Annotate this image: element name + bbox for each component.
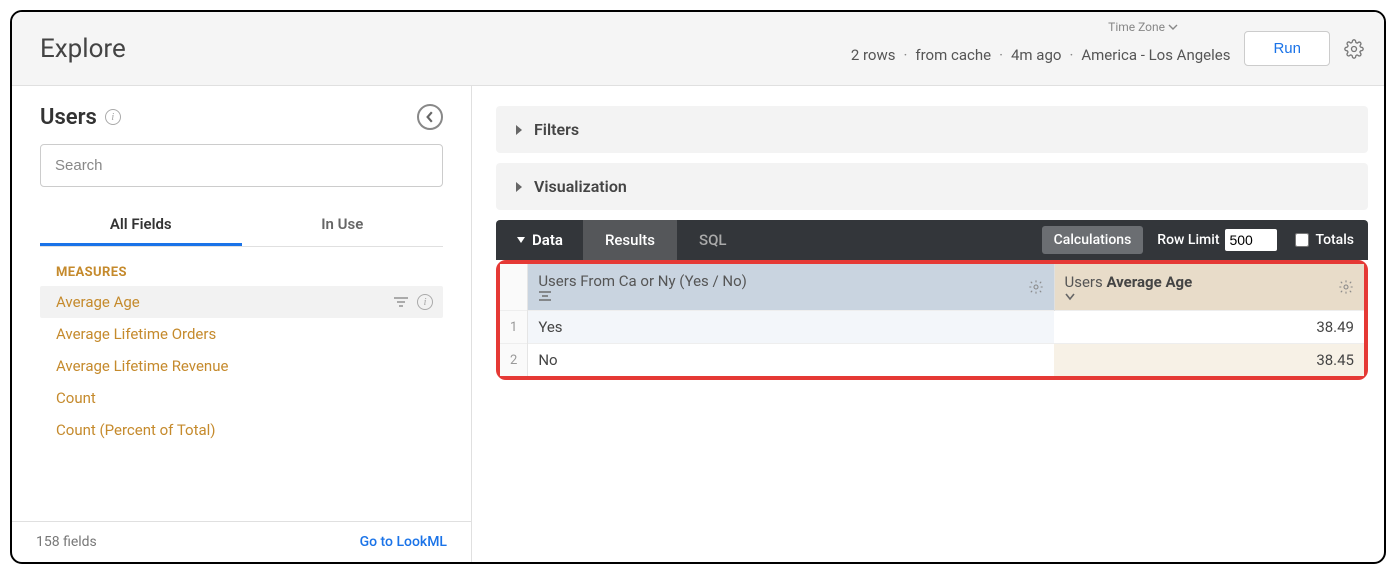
app-frame: Explore Time Zone 2 rows · from cache · … bbox=[10, 10, 1386, 564]
go-to-lookml-link[interactable]: Go to LookML bbox=[360, 534, 447, 550]
measure-label: Average Lifetime Orders bbox=[56, 325, 216, 343]
caret-down-icon bbox=[516, 235, 526, 245]
dimension-header-text: Users From Ca or Ny (Yes / No) bbox=[538, 272, 747, 290]
caret-right-icon bbox=[514, 181, 524, 193]
search-input[interactable] bbox=[40, 144, 443, 187]
run-button[interactable]: Run bbox=[1244, 31, 1330, 66]
column-gear-icon[interactable] bbox=[1338, 279, 1354, 295]
column-gear-icon[interactable] bbox=[1028, 279, 1044, 295]
sort-descending-icon[interactable] bbox=[1065, 291, 1355, 301]
dimension-cell[interactable]: No bbox=[528, 344, 1054, 377]
filters-section[interactable]: Filters bbox=[496, 106, 1368, 153]
results-table: Users From Ca or Ny (Yes / No) Users Ave… bbox=[500, 264, 1364, 376]
measure-count[interactable]: Count bbox=[40, 382, 443, 414]
row-limit-input[interactable] bbox=[1225, 229, 1277, 251]
sidebar-footer: 158 fields Go to LookML bbox=[12, 521, 471, 562]
caret-right-icon bbox=[514, 124, 524, 136]
info-icon[interactable]: i bbox=[417, 294, 433, 310]
measure-label: Count (Percent of Total) bbox=[56, 421, 216, 439]
status-rows: 2 rows bbox=[851, 46, 896, 64]
chevron-down-icon bbox=[1168, 22, 1178, 32]
dimension-cell[interactable]: Yes bbox=[528, 311, 1054, 344]
fields-count: 158 fields bbox=[36, 534, 97, 550]
collapse-sidebar-button[interactable] bbox=[417, 104, 443, 130]
measure-average-lifetime-revenue[interactable]: Average Lifetime Revenue bbox=[40, 350, 443, 382]
row-limit-label: Row Limit bbox=[1157, 232, 1219, 248]
measure-header-prefix: Users bbox=[1065, 273, 1107, 291]
query-status: 2 rows · from cache · 4m ago · America -… bbox=[851, 46, 1231, 64]
info-icon[interactable]: i bbox=[105, 109, 121, 125]
measure-cell[interactable]: 38.45 bbox=[1054, 344, 1364, 377]
dimension-column-header[interactable]: Users From Ca or Ny (Yes / No) bbox=[528, 264, 1054, 311]
row-number: 1 bbox=[500, 311, 528, 344]
measure-average-lifetime-orders[interactable]: Average Lifetime Orders bbox=[40, 318, 443, 350]
calculations-button[interactable]: Calculations bbox=[1042, 226, 1144, 254]
field-picker-sidebar: Users i All Fields In Use MEASURES Avera… bbox=[12, 86, 472, 562]
settings-gear-icon[interactable] bbox=[1344, 39, 1364, 59]
sql-tab[interactable]: SQL bbox=[677, 220, 749, 260]
status-cache: from cache bbox=[915, 46, 991, 64]
row-number: 2 bbox=[500, 344, 528, 377]
measure-column-header[interactable]: Users Average Age bbox=[1054, 264, 1364, 311]
measure-average-age[interactable]: Average Age i bbox=[40, 286, 443, 318]
main-area: Filters Visualization Data Results SQL C… bbox=[472, 86, 1384, 562]
measures-section-label: MEASURES bbox=[56, 265, 443, 280]
timezone-label-text: Time Zone bbox=[1108, 20, 1165, 34]
pivot-icon[interactable] bbox=[538, 290, 1043, 302]
data-tab-label: Data bbox=[532, 231, 563, 249]
visualization-label: Visualization bbox=[534, 177, 627, 196]
table-row: 2 No 38.45 bbox=[500, 344, 1364, 377]
page-title: Explore bbox=[40, 34, 126, 64]
table-row: 1 Yes 38.49 bbox=[500, 311, 1364, 344]
totals-group: Totals bbox=[1295, 232, 1354, 248]
status-timezone: America - Los Angeles bbox=[1081, 46, 1230, 64]
row-limit-group: Row Limit bbox=[1157, 229, 1277, 251]
tab-all-fields[interactable]: All Fields bbox=[40, 205, 242, 246]
totals-label: Totals bbox=[1315, 232, 1354, 248]
status-ago: 4m ago bbox=[1011, 46, 1061, 64]
field-tabs: All Fields In Use bbox=[40, 205, 443, 247]
results-tab[interactable]: Results bbox=[583, 220, 677, 260]
filter-icon[interactable] bbox=[393, 295, 409, 309]
results-highlight-box: Users From Ca or Ny (Yes / No) Users Ave… bbox=[496, 260, 1368, 380]
visualization-section[interactable]: Visualization bbox=[496, 163, 1368, 210]
data-section-bar: Data Results SQL Calculations Row Limit … bbox=[496, 220, 1368, 260]
data-tab[interactable]: Data bbox=[496, 220, 583, 260]
explore-name: Users bbox=[40, 105, 97, 130]
timezone-dropdown[interactable]: Time Zone bbox=[1108, 20, 1178, 34]
measure-header-bold: Average Age bbox=[1106, 273, 1192, 291]
filters-label: Filters bbox=[534, 120, 579, 139]
measure-count-percent[interactable]: Count (Percent of Total) bbox=[40, 414, 443, 446]
measure-label: Average Lifetime Revenue bbox=[56, 357, 228, 375]
row-number-header bbox=[500, 264, 528, 311]
topbar: Explore Time Zone 2 rows · from cache · … bbox=[12, 12, 1384, 86]
measure-label: Average Age bbox=[56, 293, 140, 311]
totals-checkbox[interactable] bbox=[1295, 233, 1309, 247]
measure-label: Count bbox=[56, 389, 96, 407]
measure-cell[interactable]: 38.49 bbox=[1054, 311, 1364, 344]
tab-in-use[interactable]: In Use bbox=[242, 205, 444, 246]
